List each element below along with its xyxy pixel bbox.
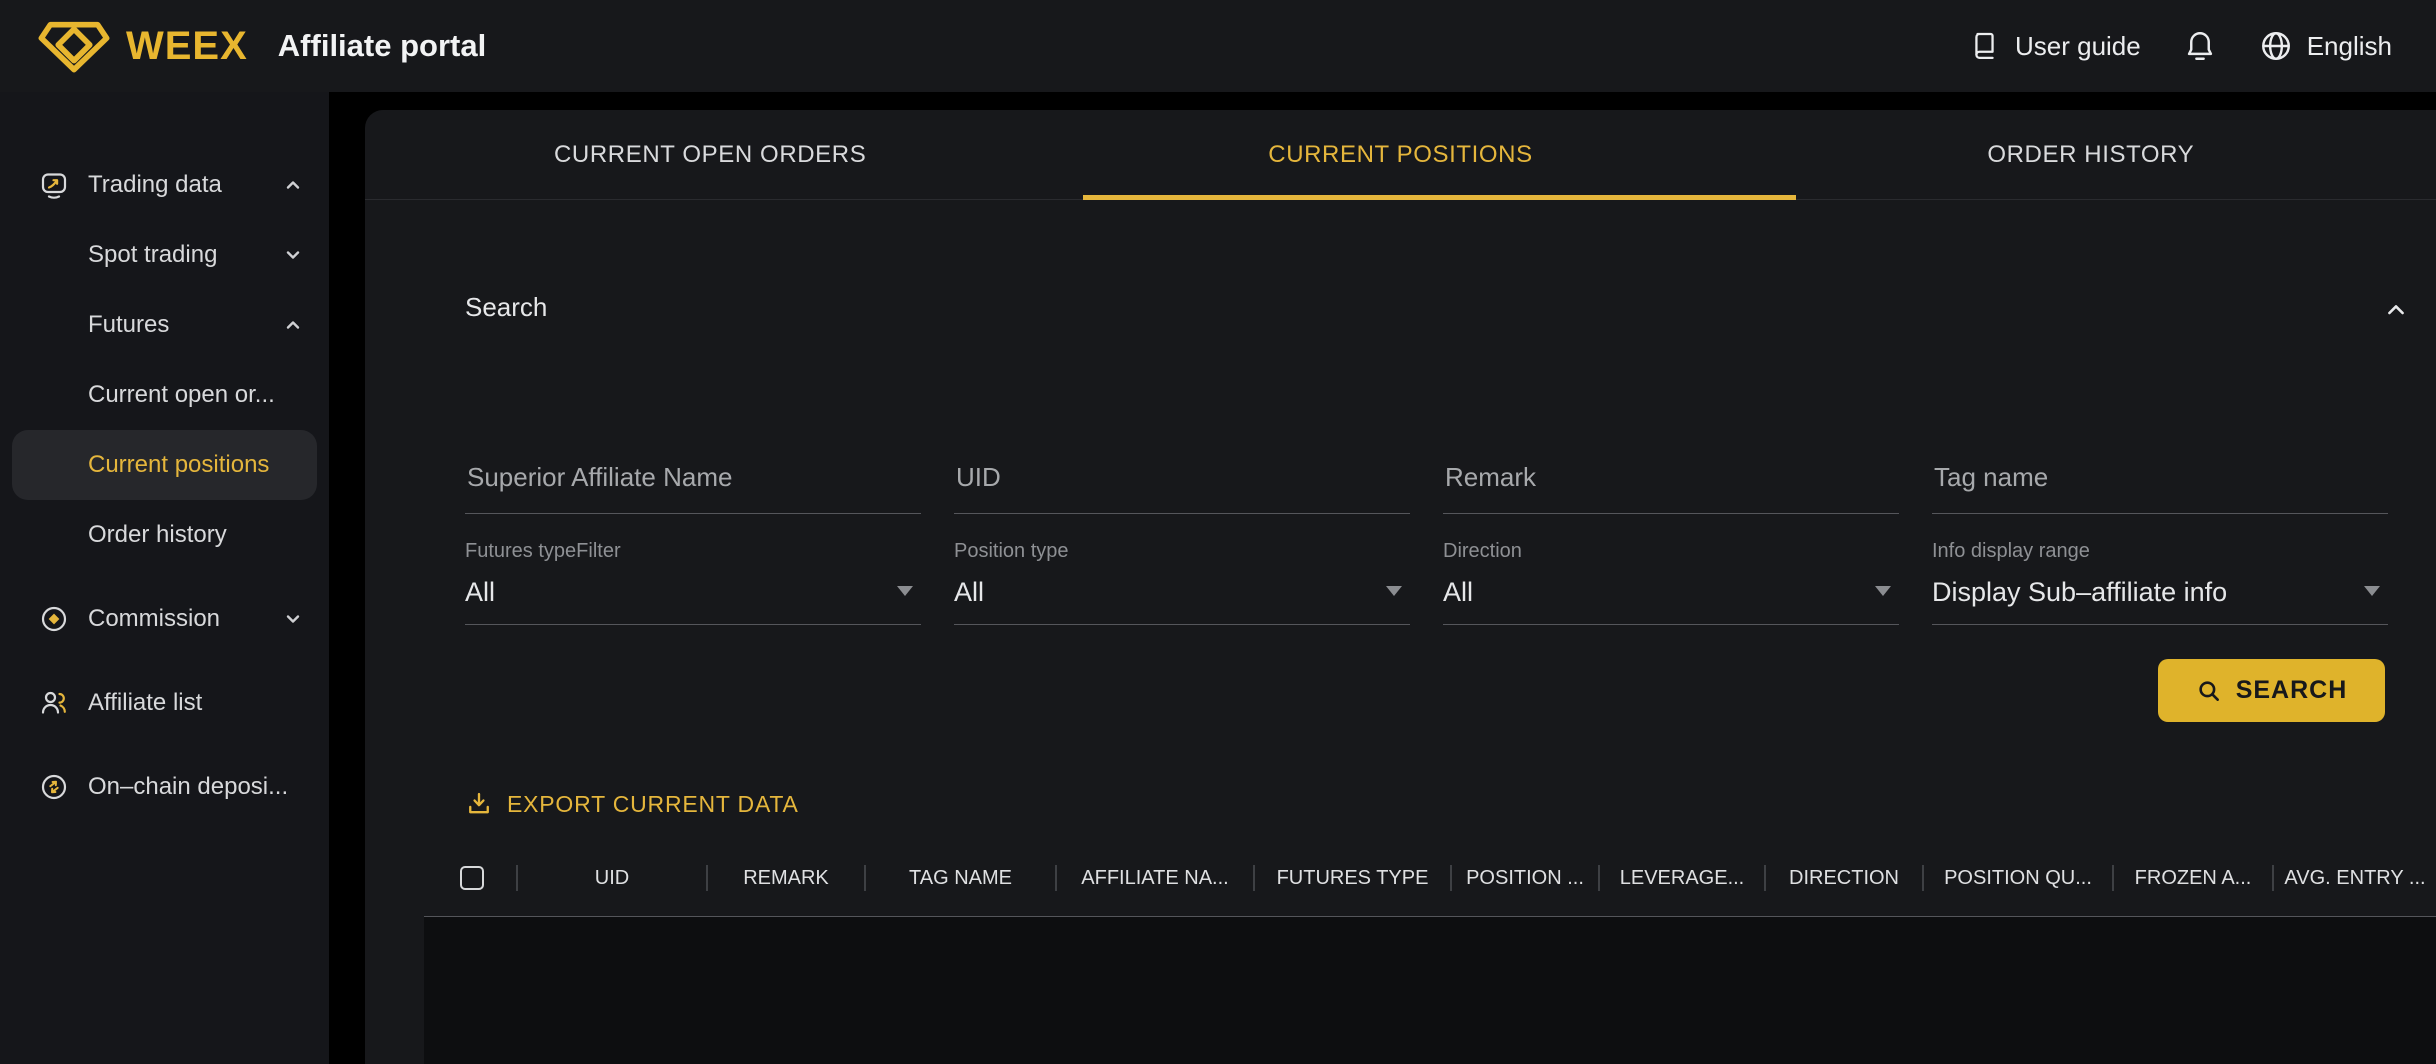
select-value: All — [1443, 577, 1899, 608]
position-type-select[interactable]: Position type All — [954, 540, 1410, 625]
screen: WEEX Affiliate portal User guide — [0, 0, 2436, 1064]
sidebar-item-futures[interactable]: Futures — [0, 290, 329, 360]
dropdown-arrow-icon — [897, 586, 913, 596]
column-header-uid: UID — [518, 867, 706, 890]
sidebar-item-label: Commission — [88, 605, 275, 633]
sidebar-item-affiliate-list[interactable]: Affiliate list — [0, 668, 329, 738]
download-icon — [465, 790, 493, 818]
bell-icon — [2183, 29, 2217, 63]
chevron-down-icon — [283, 245, 303, 265]
sidebar-item-label: Trading data — [88, 171, 275, 199]
column-header-avg-entry: AVG. ENTRY ... — [2274, 867, 2436, 890]
dropdown-arrow-icon — [2364, 586, 2380, 596]
brand-name: WEEX — [126, 24, 248, 69]
user-guide-label: User guide — [2015, 31, 2141, 62]
table-body-empty — [424, 916, 2436, 1064]
select-label: Futures typeFilter — [465, 540, 921, 563]
collapse-search-button[interactable] — [2384, 298, 2408, 322]
user-guide-button[interactable]: User guide — [1969, 30, 2141, 62]
field-uid — [954, 446, 1410, 514]
sidebar-item-label: Order history — [88, 521, 303, 549]
topbar-actions: User guide English — [1969, 29, 2392, 63]
weex-logo-icon — [38, 19, 110, 73]
select-label: Position type — [954, 540, 1410, 563]
sidebar-item-spot-trading[interactable]: Spot trading — [0, 220, 329, 290]
monitor-chart-icon — [40, 171, 68, 199]
sidebar-item-label: Current positions — [88, 451, 291, 479]
sidebar-item-onchain-deposit[interactable]: On–chain deposi... — [0, 752, 329, 822]
select-all-cell — [424, 866, 516, 890]
dropdown-arrow-icon — [1875, 586, 1891, 596]
sidebar-item-commission[interactable]: Commission — [0, 584, 329, 654]
main-panel: CURRENT OPEN ORDERS CURRENT POSITIONS OR… — [365, 110, 2436, 1064]
sidebar-item-current-positions[interactable]: Current positions — [12, 430, 317, 500]
tab-current-open-orders[interactable]: CURRENT OPEN ORDERS — [365, 110, 1055, 199]
column-header-frozen-amount: FROZEN A... — [2114, 867, 2272, 890]
select-value: All — [954, 577, 1410, 608]
field-superior-affiliate-name — [465, 446, 921, 514]
direction-select[interactable]: Direction All — [1443, 540, 1899, 625]
table-header-row: UID REMARK TAG NAME AFFILIATE NA... FUTU… — [424, 850, 2436, 906]
page-title: Affiliate portal — [278, 28, 486, 64]
column-header-leverage: LEVERAGE... — [1600, 867, 1764, 890]
select-label: Direction — [1443, 540, 1899, 563]
tab-bar: CURRENT OPEN ORDERS CURRENT POSITIONS OR… — [365, 110, 2436, 200]
uid-input[interactable] — [954, 446, 1410, 514]
search-section-title: Search — [465, 292, 547, 323]
dropdown-arrow-icon — [1386, 586, 1402, 596]
chevron-up-icon — [2384, 298, 2408, 322]
select-label: Info display range — [1932, 540, 2388, 563]
sidebar-item-label: On–chain deposi... — [88, 773, 303, 801]
futures-type-select[interactable]: Futures typeFilter All — [465, 540, 921, 625]
notifications-button[interactable] — [2183, 29, 2217, 63]
column-header-position: POSITION ... — [1452, 867, 1598, 890]
tab-order-history[interactable]: ORDER HISTORY — [1746, 110, 2436, 199]
coin-icon — [40, 605, 68, 633]
sidebar-item-order-history[interactable]: Order history — [0, 500, 329, 570]
superior-affiliate-name-input[interactable] — [465, 446, 921, 514]
sidebar-item-trading-data[interactable]: Trading data — [0, 150, 329, 220]
search-selects-row: Futures typeFilter All Position type All… — [465, 540, 2388, 625]
sidebar-item-label: Affiliate list — [88, 689, 303, 717]
select-value: Display Sub–affiliate info — [1932, 577, 2388, 608]
field-remark — [1443, 446, 1899, 514]
sidebar-item-label: Spot trading — [88, 241, 275, 269]
language-selector[interactable]: English — [2259, 29, 2392, 63]
column-header-remark: REMARK — [708, 867, 864, 890]
chevron-up-icon — [283, 315, 303, 335]
language-label: English — [2307, 31, 2392, 62]
select-value: All — [465, 577, 921, 608]
field-tag-name — [1932, 446, 2388, 514]
column-header-direction: DIRECTION — [1766, 867, 1922, 890]
select-all-checkbox[interactable] — [460, 866, 484, 890]
globe-icon — [2259, 29, 2293, 63]
sidebar-item-label: Current open or... — [88, 381, 303, 409]
export-label: EXPORT CURRENT DATA — [507, 791, 799, 818]
brand: WEEX Affiliate portal — [38, 19, 486, 73]
sidebar-item-label: Futures — [88, 311, 275, 339]
chevron-up-icon — [283, 175, 303, 195]
column-header-tag-name: TAG NAME — [866, 867, 1055, 890]
info-display-range-select[interactable]: Info display range Display Sub–affiliate… — [1932, 540, 2388, 625]
book-icon — [1969, 30, 2001, 62]
sidebar: Trading data Spot trading Futures Curren… — [0, 92, 329, 1064]
search-button-label: SEARCH — [2236, 676, 2348, 705]
tab-current-positions[interactable]: CURRENT POSITIONS — [1055, 110, 1745, 199]
users-icon — [40, 689, 68, 717]
transfer-icon — [40, 773, 68, 801]
export-current-data-button[interactable]: EXPORT CURRENT DATA — [465, 790, 799, 818]
column-header-position-quantity: POSITION QU... — [1924, 867, 2112, 890]
search-button[interactable]: SEARCH — [2158, 659, 2385, 722]
tag-name-input[interactable] — [1932, 446, 2388, 514]
remark-input[interactable] — [1443, 446, 1899, 514]
active-tab-underline — [1083, 195, 1796, 200]
column-header-futures-type: FUTURES TYPE — [1255, 867, 1450, 890]
sidebar-item-current-open-orders[interactable]: Current open or... — [0, 360, 329, 430]
search-icon — [2196, 678, 2222, 704]
chevron-down-icon — [283, 609, 303, 629]
top-bar: WEEX Affiliate portal User guide — [0, 0, 2436, 92]
column-header-affiliate-name: AFFILIATE NA... — [1057, 867, 1253, 890]
search-fields-row — [465, 446, 2388, 514]
